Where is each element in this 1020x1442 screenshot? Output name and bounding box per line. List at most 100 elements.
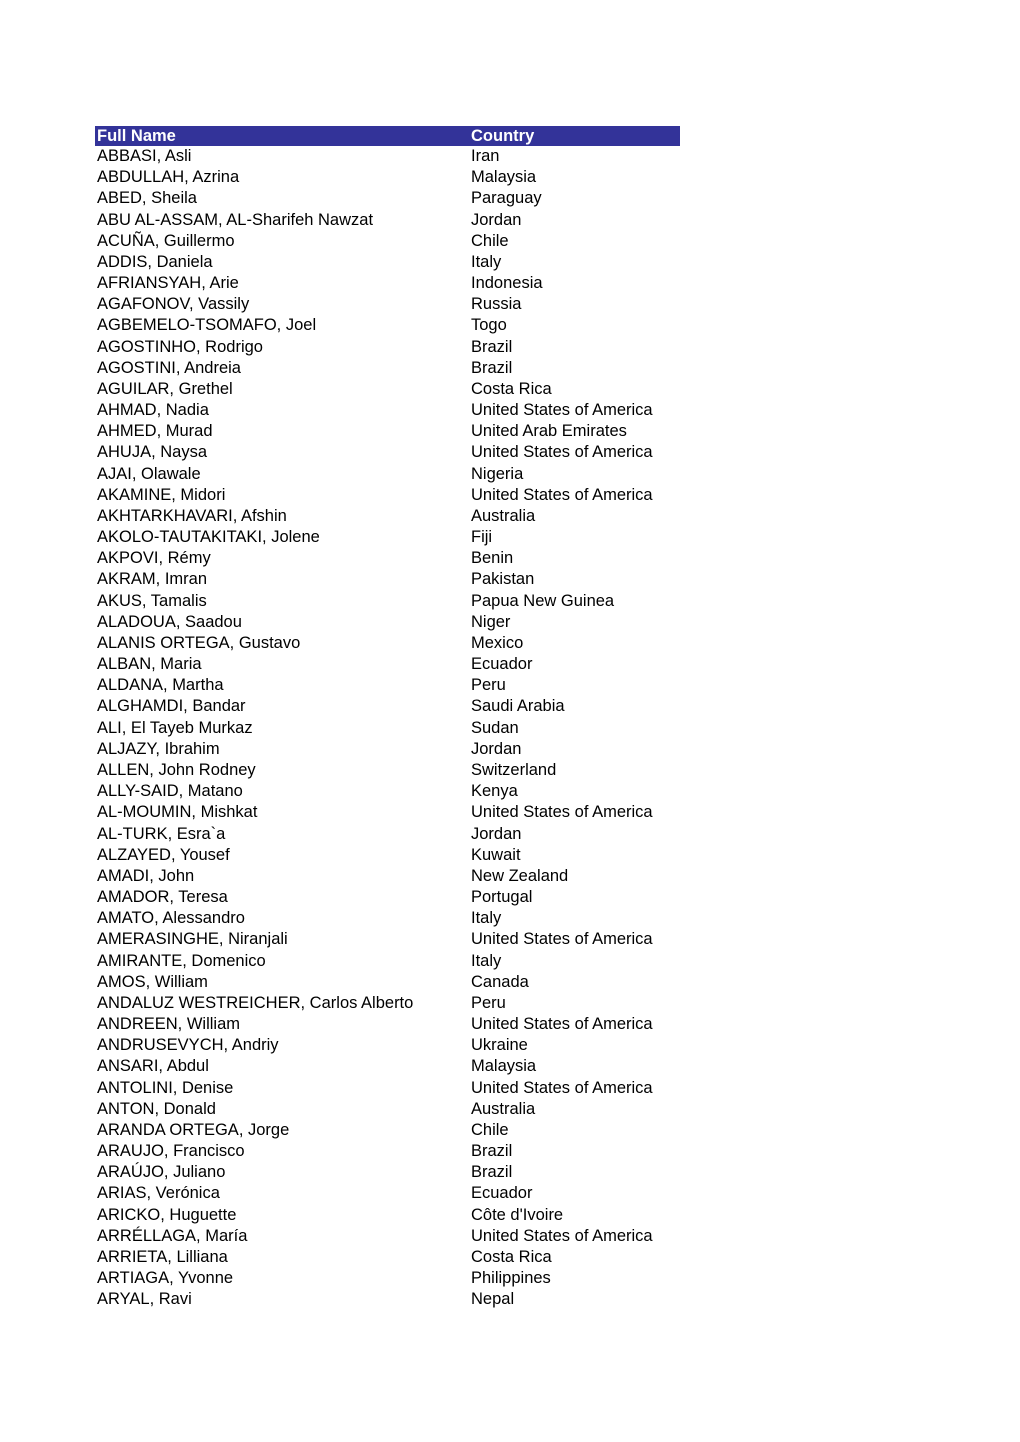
full-name-cell: ARTIAGA, Yvonne: [97, 1269, 234, 1288]
country-cell: Kenya: [471, 782, 518, 801]
table-row: AMERASINGHE, Niranjali United States of A…: [95, 929, 680, 950]
table-row: AL-MOUMIN, Mishkat United States of Ameri…: [95, 802, 680, 823]
country-cell: Fiji: [471, 528, 493, 547]
full-name-cell: ALLY-SAID, Matano: [97, 782, 243, 801]
table-row: ARAÚJO, Juliano Brazil: [95, 1162, 680, 1183]
country-cell: United States of America: [471, 1078, 653, 1097]
country-cell: United States of America: [471, 1226, 653, 1245]
full-name-cell: ARIAS, Verónica: [97, 1184, 220, 1203]
country-cell: Saudi Arabia: [471, 697, 565, 716]
country-cell: Costa Rica: [471, 1247, 552, 1266]
full-name-cell: ALANIS ORTEGA, Gustavo: [97, 633, 301, 652]
country-cell: Italy: [471, 951, 502, 970]
table-row: AJAI, Olawale Nigeria: [95, 464, 680, 485]
table-row: AMATO, Alessandro Italy: [95, 908, 680, 929]
table-row: AHMED, Murad United Arab Emirates: [95, 421, 680, 442]
country-cell: United States of America: [471, 485, 653, 504]
full-name-cell: ALZAYED, Yousef: [97, 845, 230, 864]
full-name-cell: ARAUJO, Francisco: [97, 1142, 245, 1161]
full-name-cell: AKRAM, Imran: [97, 570, 208, 589]
full-name-cell: AMADOR, Teresa: [97, 888, 228, 907]
full-name-cell: AGOSTINI, Andreia: [97, 358, 241, 377]
table-row: AMIRANTE, Domenico Italy: [95, 951, 680, 972]
column-header-full-name: Full Name: [97, 127, 176, 145]
table-row: ABDULLAH, Azrina Malaysia: [95, 167, 680, 188]
country-cell: Italy: [471, 909, 502, 928]
full-name-cell: ANTOLINI, Denise: [97, 1078, 234, 1097]
country-cell: Chile: [471, 1120, 509, 1139]
full-name-cell: ANDREEN, William: [97, 1015, 241, 1034]
country-cell: New Zealand: [471, 866, 569, 885]
table-row: ALGHAMDI, Bandar Saudi Arabia: [95, 696, 680, 717]
full-name-cell: AL-TURK, Esra`a: [97, 824, 226, 843]
table-row: ARRÉLLAGA, María United States of America: [95, 1226, 680, 1247]
country-cell: Côte d'Ivoire: [471, 1205, 564, 1224]
full-name-cell: ARRIETA, Lilliana: [97, 1247, 228, 1266]
table-row: ARAUJO, Francisco Brazil: [95, 1141, 680, 1162]
table-row: AGAFONOV, Vassily Russia: [95, 294, 680, 315]
table-body: ABBASI, Asli Iran ABDULLAH, Azrina Malaysia…: [95, 146, 680, 1310]
full-name-cell: AKHTARKHAVARI, Afshin: [97, 506, 287, 525]
full-name-cell: ANDALUZ WESTREICHER, Carlos Alberto: [97, 993, 414, 1012]
country-cell: Jordan: [471, 824, 522, 843]
table-row: ALDANA, Martha Peru: [95, 675, 680, 696]
table-row: ANSARI, Abdul Malaysia: [95, 1056, 680, 1077]
table-row: ALLEN, John Rodney Switzerland: [95, 760, 680, 781]
country-cell: Malaysia: [471, 1057, 537, 1076]
country-cell: Italy: [471, 252, 502, 271]
country-cell: United States of America: [471, 930, 653, 949]
country-cell: Benin: [471, 549, 514, 568]
table-row: ALADOUA, Saadou Niger: [95, 612, 680, 633]
country-cell: Jordan: [471, 739, 522, 758]
table-row: AKPOVI, Rémy Benin: [95, 548, 680, 569]
full-name-cell: AFRIANSYAH, Arie: [97, 274, 239, 293]
table-row: ADDIS, Daniela Italy: [95, 252, 680, 273]
table-row: AKRAM, Imran Pakistan: [95, 569, 680, 590]
table-row: AGUILAR, Grethel Costa Rica: [95, 379, 680, 400]
country-cell: Switzerland: [471, 760, 557, 779]
table-row: ABBASI, Asli Iran: [95, 146, 680, 167]
full-name-cell: ADDIS, Daniela: [97, 252, 213, 271]
country-cell: Ecuador: [471, 655, 533, 674]
country-cell: Canada: [471, 972, 529, 991]
country-cell: Mexico: [471, 633, 524, 652]
full-name-cell: ALJAZY, Ibrahim: [97, 739, 220, 758]
country-cell: Portugal: [471, 888, 533, 907]
country-cell: United States of America: [471, 443, 653, 462]
country-cell: Niger: [471, 612, 511, 631]
table-row: AGBEMELO-TSOMAFO, Joel Togo: [95, 315, 680, 336]
full-name-cell: AMERASINGHE, Niranjali: [97, 930, 288, 949]
table-row: ARTIAGA, Yvonne Philippines: [95, 1268, 680, 1289]
full-name-cell: ALDANA, Martha: [97, 676, 224, 695]
table-row: AGOSTINHO, Rodrigo Brazil: [95, 337, 680, 358]
table-row: ALJAZY, Ibrahim Jordan: [95, 739, 680, 760]
table-row: AMOS, William Canada: [95, 972, 680, 993]
country-cell: Iran: [471, 147, 500, 165]
table-header: Full Name Country: [95, 126, 680, 146]
full-name-cell: AGBEMELO-TSOMAFO, Joel: [97, 316, 317, 335]
full-name-cell: AMATO, Alessandro: [97, 909, 245, 928]
full-name-cell: ANDRUSEVYCH, Andriy: [97, 1036, 279, 1055]
full-name-cell: ARRÉLLAGA, María: [97, 1226, 248, 1245]
table-row: ARYAL, Ravi Nepal: [95, 1289, 680, 1310]
table-row: AKUS, Tamalis Papua New Guinea: [95, 591, 680, 612]
full-name-cell: AKUS, Tamalis: [97, 591, 207, 610]
country-cell: Brazil: [471, 1142, 513, 1161]
full-name-cell: ALLEN, John Rodney: [97, 760, 256, 779]
country-cell: Nigeria: [471, 464, 524, 483]
table-row: AMADOR, Teresa Portugal: [95, 887, 680, 908]
full-name-cell: ARICKO, Huguette: [97, 1205, 237, 1224]
full-name-cell: ACUÑA, Guillermo: [97, 231, 235, 250]
country-cell: Pakistan: [471, 570, 535, 589]
table-row: ARICKO, Huguette Côte d'Ivoire: [95, 1205, 680, 1226]
country-cell: Peru: [471, 676, 506, 695]
table-row: AFRIANSYAH, Arie Indonesia: [95, 273, 680, 294]
full-name-cell: ABU AL-ASSAM, AL-Sharifeh Nawzat: [97, 210, 374, 229]
table-row: AHUJA, Naysa United States of America: [95, 442, 680, 463]
full-name-cell: ALADOUA, Saadou: [97, 612, 242, 631]
country-cell: Philippines: [471, 1269, 551, 1288]
table-row: ABED, Sheila Paraguay: [95, 188, 680, 209]
country-cell: United States of America: [471, 803, 653, 822]
full-name-cell: AMIRANTE, Domenico: [97, 951, 266, 970]
country-cell: Chile: [471, 231, 509, 250]
